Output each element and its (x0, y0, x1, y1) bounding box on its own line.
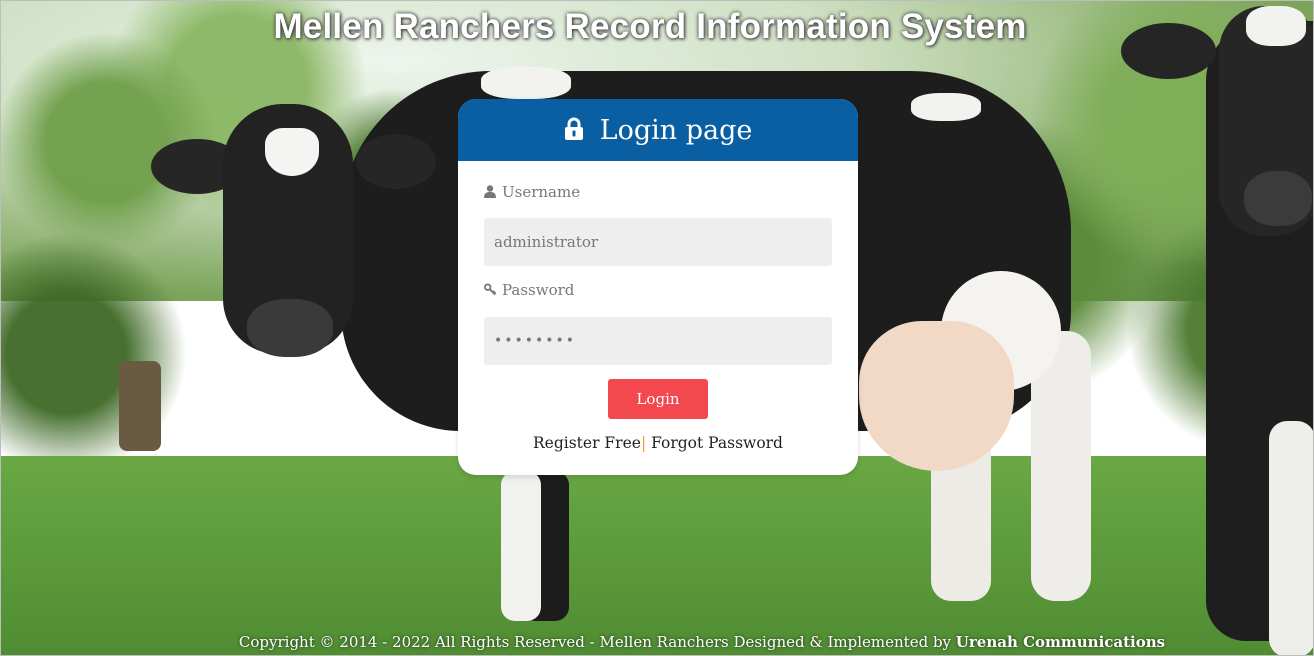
link-separator: | (640, 434, 647, 452)
site-title-text: Mellen Ranchers Record Information Syste… (273, 7, 1027, 46)
lock-icon (564, 117, 586, 143)
username-label: Username (484, 183, 580, 201)
register-free-link[interactable]: Register Free (533, 434, 641, 452)
login-button[interactable]: Login (608, 379, 708, 419)
site-title: Mellen Ranchers Record Information Syste… (1, 7, 1314, 47)
key-icon (484, 283, 497, 297)
user-icon (484, 185, 497, 199)
login-card: Login page Username administrator Passwo… (458, 99, 858, 475)
password-input[interactable]: •••••••• (484, 317, 832, 365)
footer: Copyright © 2014 - 2022 All Rights Reser… (1, 633, 1314, 651)
password-label: Password (484, 281, 574, 299)
login-header: Login page (458, 99, 858, 161)
username-label-text: Username (502, 183, 581, 201)
username-input[interactable]: administrator (484, 218, 832, 266)
forgot-password-link[interactable]: Forgot Password (651, 434, 783, 452)
footer-copyright: Copyright © 2014 - 2022 All Rights Reser… (238, 633, 956, 651)
footer-company[interactable]: Urenah Communications (956, 633, 1165, 651)
account-links: Register Free| Forgot Password (458, 434, 858, 452)
password-label-text: Password (502, 281, 575, 299)
login-header-title: Login page (599, 114, 753, 146)
